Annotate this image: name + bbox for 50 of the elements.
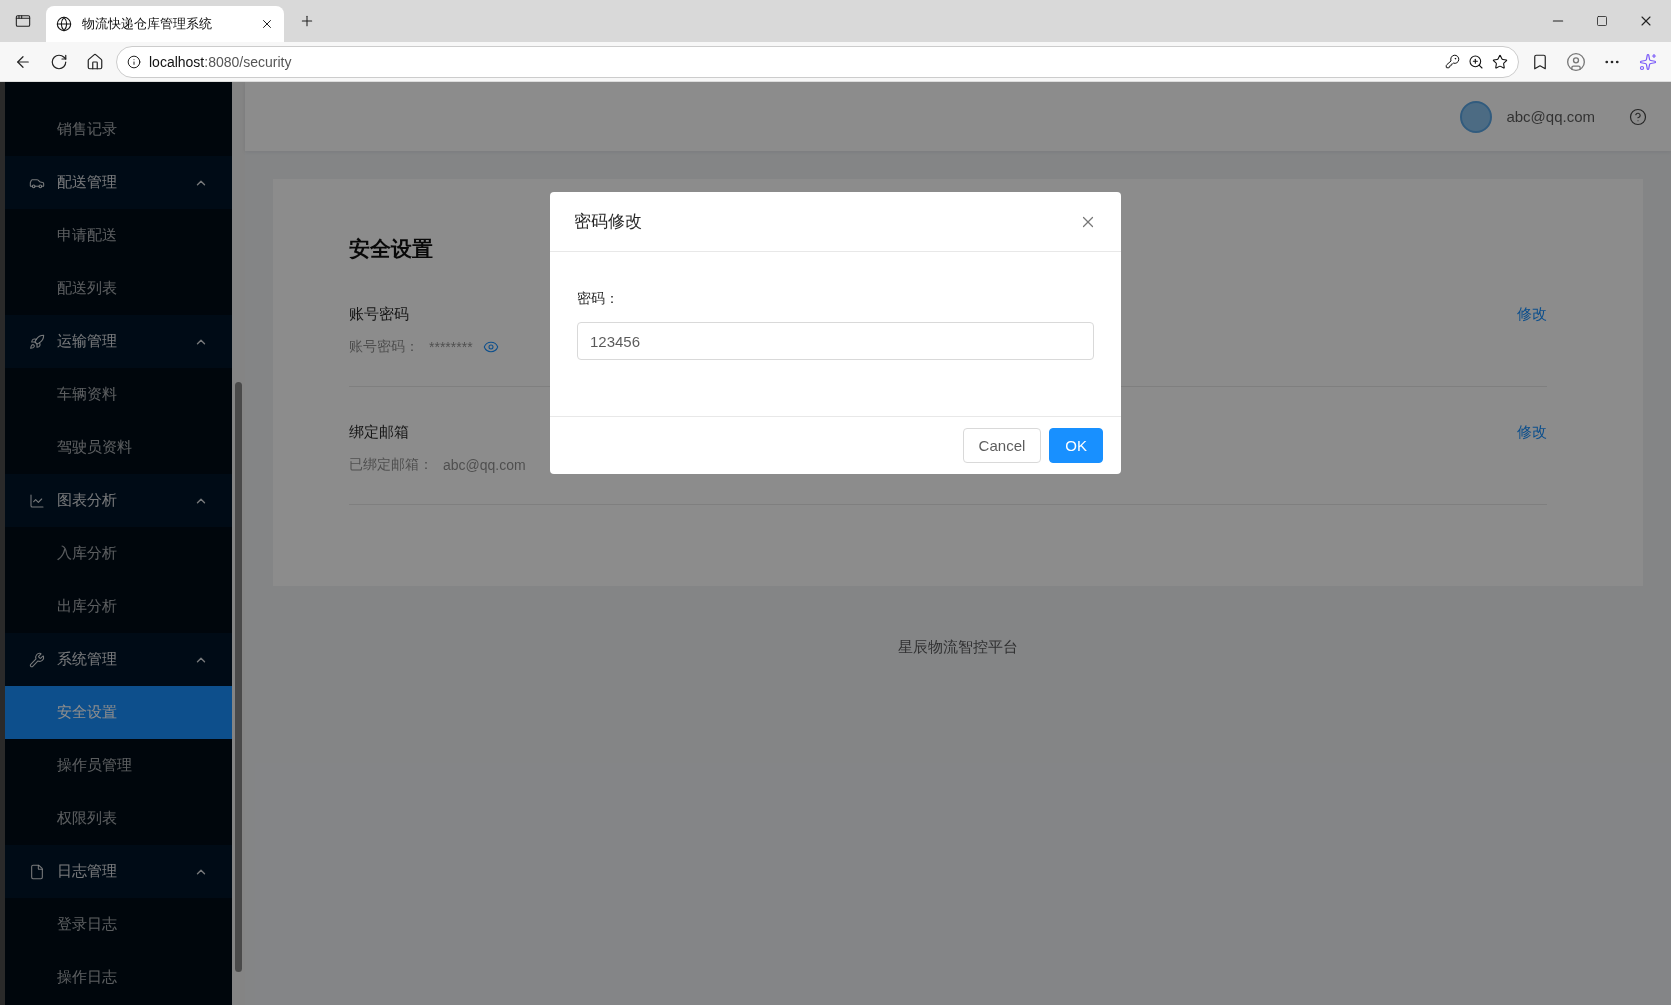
line-chart-icon [29,492,45,509]
tab-actions-icon[interactable] [15,13,31,29]
info-icon[interactable] [127,54,141,69]
wrench-icon [29,651,45,668]
tab-title: 物流快递仓库管理系统 [82,15,213,33]
menu-item[interactable]: 安全设置 [5,686,232,739]
page-title: 安全设置 [349,236,434,262]
menu-group-label: 配送管理 [57,173,118,192]
home-icon[interactable] [86,52,104,71]
reload-icon[interactable] [50,52,68,71]
rocket-icon [29,333,45,350]
file-icon [29,863,45,880]
setting-title: 账号密码 [349,305,409,324]
menu-group-label: 图表分析 [57,491,118,510]
menu-group-label: 系统管理 [57,650,118,669]
close-icon[interactable] [260,17,274,31]
setting-value: abc@qq.com [443,457,526,473]
user-email[interactable]: abc@qq.com [1506,108,1595,125]
menu-group[interactable]: 系统管理 [5,633,232,686]
help-icon[interactable] [1629,107,1647,126]
key-icon[interactable] [1445,54,1460,69]
edit-link[interactable]: 修改 [1517,305,1547,324]
favorites-icon[interactable] [1531,52,1549,71]
password-field[interactable]: 123456 [577,322,1094,360]
menu-group-label: 日志管理 [57,862,118,881]
zoom-icon[interactable] [1468,53,1484,70]
setting-title: 绑定邮箱 [349,423,409,442]
address-bar[interactable]: localhost:8080/security [116,45,1519,78]
profile-icon[interactable] [1566,51,1586,72]
edit-link[interactable]: 修改 [1517,423,1547,442]
cancel-button[interactable]: Cancel [962,428,1042,463]
ok-button[interactable]: OK [1049,428,1103,463]
globe-icon [56,16,72,32]
modal-title: 密码修改 [574,211,642,233]
new-tab-icon[interactable] [299,13,315,29]
maximize-icon[interactable] [1596,15,1608,27]
star-icon[interactable] [1492,53,1508,70]
field-label: 密码： [577,290,620,308]
scrollbar-thumb[interactable] [235,382,242,972]
menu-group[interactable]: 日志管理 [5,845,232,898]
menu-group[interactable]: 配送管理 [5,156,232,209]
menu-group[interactable]: 图表分析 [5,474,232,527]
sparkle-icon[interactable] [1639,52,1657,71]
browser-tab[interactable]: 物流快递仓库管理系统 [46,6,284,42]
setting-label: 账号密码： [349,338,419,356]
setting-label: 已绑定邮箱： [349,456,433,474]
menu-group-label: 运输管理 [57,332,118,351]
menu-group[interactable]: 运输管理 [5,315,232,368]
setting-value: ******** [429,339,473,355]
footer-text: 星辰物流智控平台 [897,637,1019,657]
